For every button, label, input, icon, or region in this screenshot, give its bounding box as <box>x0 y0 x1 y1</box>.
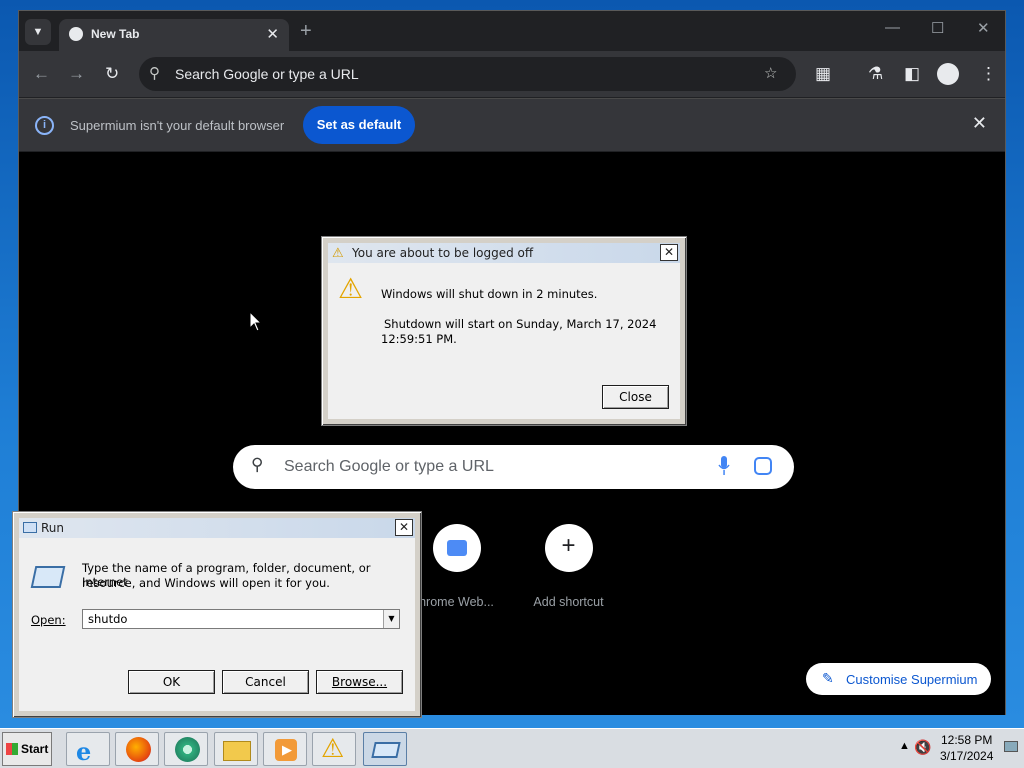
shutdown-message: Windows will shut down in 2 minutes. <box>381 287 598 301</box>
firefox-icon[interactable] <box>115 732 159 766</box>
infobar-message: Supermium isn't your default browser <box>70 118 285 133</box>
add-icon: + <box>544 524 593 572</box>
labs-icon[interactable]: ⚗ <box>868 64 883 84</box>
tab-favicon-icon <box>69 27 83 41</box>
web-store-icon <box>432 524 481 572</box>
logoff-dialog: ⚠ You are about to be logged off ✕ ⚠ Win… <box>321 236 687 426</box>
back-icon[interactable]: ← <box>33 64 50 84</box>
ntp-search-placeholder: Search Google or type a URL <box>284 458 494 475</box>
search-icon: ⚲ <box>251 455 264 474</box>
warning-icon: ⚠ <box>332 245 344 260</box>
taskbar: Start e ▶ ⚠ ▲ 🔇 12:58 PM 3/17/2024 <box>0 728 1024 768</box>
logoff-dialog-body: ⚠ Windows will shut down in 2 minutes. S… <box>328 263 680 419</box>
logoff-dialog-close-icon[interactable]: ✕ <box>660 244 678 261</box>
warning-icon[interactable]: ⚠ <box>312 732 356 766</box>
open-label: Open: <box>31 613 66 627</box>
window-close-icon[interactable]: ✕ <box>977 19 990 37</box>
close-button[interactable]: Close <box>602 385 669 409</box>
logoff-dialog-title: You are about to be logged off <box>352 246 534 260</box>
minimize-icon[interactable]: — <box>885 19 900 36</box>
search-icon: ⚲ <box>149 65 160 82</box>
ok-button[interactable]: OK <box>128 670 215 694</box>
start-label: Start <box>21 742 49 756</box>
lens-search-icon[interactable] <box>754 457 772 475</box>
mouse-cursor-icon <box>250 312 262 332</box>
ntp-search-box[interactable]: ⚲ Search Google or type a URL <box>233 445 794 489</box>
forward-icon[interactable]: → <box>68 64 85 84</box>
profile-avatar-icon[interactable] <box>937 63 959 85</box>
open-combobox[interactable]: shutdo ▼ <box>82 609 400 629</box>
file-explorer-icon[interactable] <box>214 732 258 766</box>
browse-button[interactable]: Browse... <box>316 670 403 694</box>
omnibox[interactable]: ⚲ Search Google or type a URL ☆ <box>139 57 796 91</box>
clock-time: 12:58 PM <box>941 733 993 747</box>
cancel-button[interactable]: Cancel <box>222 670 309 694</box>
menu-icon[interactable]: ⋮ <box>980 64 997 84</box>
toolbar: ← → ↻ ⚲ Search Google or type a URL ☆ ▦ … <box>19 51 1005 97</box>
set-as-default-button[interactable]: Set as default <box>303 106 415 144</box>
maximize-icon[interactable]: ☐ <box>931 19 944 37</box>
new-tab-button[interactable]: + <box>300 20 312 43</box>
omnibox-placeholder: Search Google or type a URL <box>175 66 359 82</box>
volume-muted-icon[interactable]: 🔇 <box>914 739 931 756</box>
pencil-icon: ✎ <box>822 670 834 686</box>
windows-logo-icon <box>6 743 18 755</box>
clock-date: 3/17/2024 <box>940 749 994 763</box>
open-input[interactable]: shutdo <box>88 612 127 626</box>
customise-label: Customise Supermium <box>846 672 978 687</box>
run-dialog-close-icon[interactable]: ✕ <box>395 519 413 536</box>
media-player-icon[interactable]: ▶ <box>263 732 307 766</box>
run-dialog-title: Run <box>41 521 65 535</box>
tab-strip: ▼ New Tab ✕ + — ☐ ✕ <box>19 11 1005 51</box>
default-browser-infobar: i Supermium isn't your default browser S… <box>19 98 1005 151</box>
show-desktop-icon[interactable] <box>1004 741 1018 752</box>
tab-new-tab[interactable]: New Tab ✕ <box>59 19 289 51</box>
tab-close-icon[interactable]: ✕ <box>266 25 279 43</box>
start-button[interactable]: Start <box>2 732 52 766</box>
run-dialog-titlebar[interactable]: Run ✕ <box>19 518 415 538</box>
show-hidden-icons-icon[interactable]: ▲ <box>899 740 910 752</box>
infobar-close-icon[interactable]: ✕ <box>972 113 987 134</box>
warning-icon: ⚠ <box>338 272 364 305</box>
shortcut-label: Add shortcut <box>533 595 604 609</box>
voice-search-icon[interactable] <box>718 456 730 476</box>
shutdown-time-line1: Shutdown will start on Sunday, March 17,… <box>384 317 657 331</box>
logoff-dialog-titlebar[interactable]: ⚠ You are about to be logged off ✕ <box>328 243 680 263</box>
run-dialog: Run ✕ Type the name of a program, folder… <box>12 511 422 718</box>
info-icon: i <box>35 116 54 135</box>
supermium-icon[interactable] <box>164 732 208 766</box>
shutdown-time-line2: 12:59:51 PM. <box>381 332 457 346</box>
dropdown-arrow-icon[interactable]: ▼ <box>383 610 399 628</box>
run-description-line2: resource, and Windows will open it for y… <box>82 576 330 590</box>
internet-explorer-icon[interactable]: e <box>66 732 110 766</box>
shortcut-add[interactable]: + Add shortcut <box>511 524 626 609</box>
reload-icon[interactable]: ↻ <box>105 64 119 84</box>
customise-button[interactable]: ✎ Customise Supermium <box>806 663 991 695</box>
run-icon <box>23 522 37 533</box>
side-panel-icon[interactable]: ◧ <box>904 64 920 84</box>
run-icon[interactable] <box>363 732 407 766</box>
run-program-icon <box>30 566 66 588</box>
tab-search-button[interactable]: ▼ <box>25 19 51 45</box>
extensions-icon[interactable]: ▦ <box>815 64 831 84</box>
bookmark-star-icon[interactable]: ☆ <box>764 64 777 82</box>
tab-title: New Tab <box>91 27 140 41</box>
clock[interactable]: 12:58 PM 3/17/2024 <box>940 732 993 764</box>
run-dialog-body: Type the name of a program, folder, docu… <box>19 538 415 711</box>
